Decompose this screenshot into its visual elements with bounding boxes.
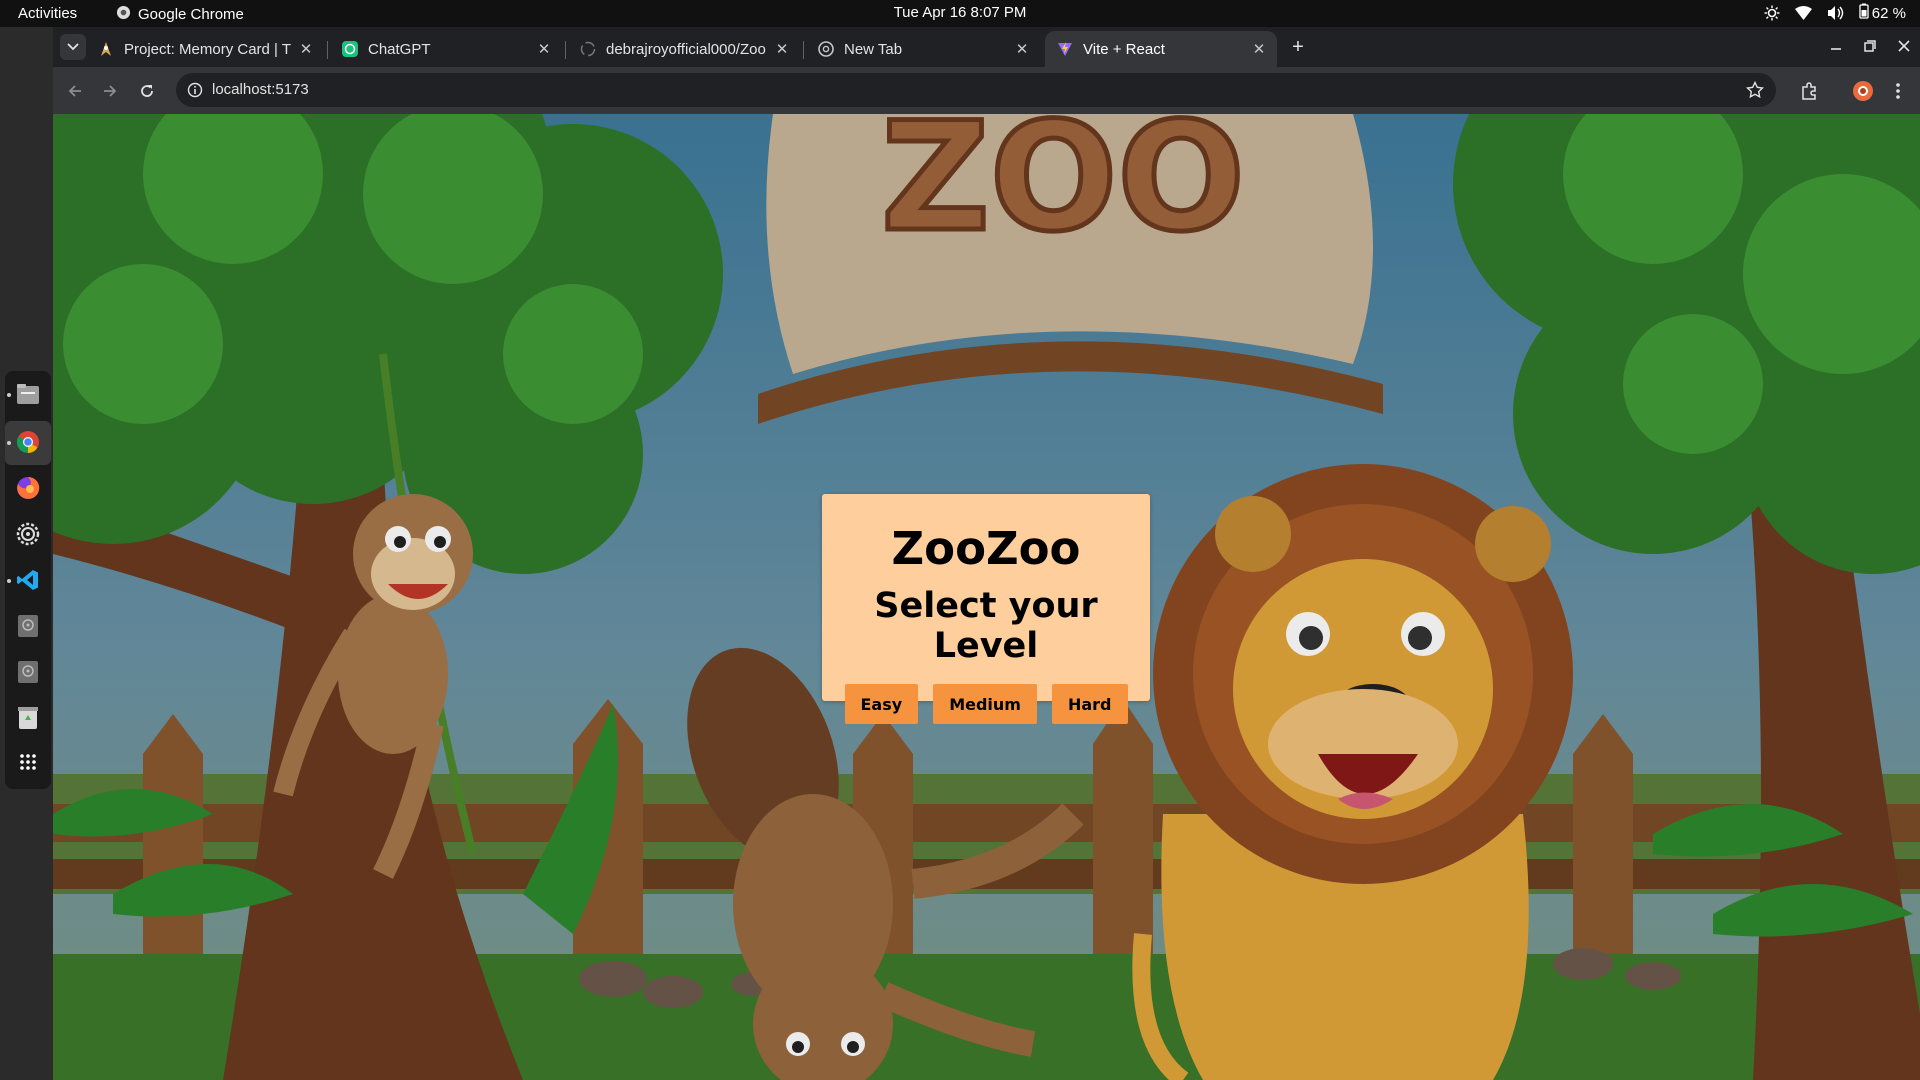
battery-indicator[interactable]: 62 % [1859,3,1906,23]
more-menu-icon[interactable] [1886,79,1910,103]
level-buttons: Easy Medium Hard [822,684,1150,724]
trash-icon[interactable] [15,705,41,731]
page-viewport: ZOO [53,114,1920,1080]
disk-icon[interactable] [15,613,41,639]
dock-panel [5,371,51,789]
easy-button[interactable]: Easy [844,684,919,724]
profile-avatar[interactable] [1851,79,1875,103]
tab-title: ChatGPT [368,40,431,58]
activities-button[interactable]: Activities [18,5,77,22]
battery-percent: 62 % [1871,4,1906,22]
system-top-bar: Activities Google Chrome Tue Apr 16 8:07… [0,0,1920,27]
volume-icon[interactable] [1827,4,1845,22]
restore-icon[interactable] [1861,37,1879,55]
tab-new-tab[interactable]: New Tab ✕ [806,31,1040,67]
close-icon[interactable]: ✕ [1249,39,1269,59]
firefox-icon[interactable] [15,475,41,501]
chrome-small-icon [116,5,131,24]
app-menu-label: Google Chrome [138,6,244,23]
tab-title: debrajroyofficial000/Zoo [606,40,766,58]
address-bar[interactable]: localhost:5173 [176,73,1776,107]
chrome-icon[interactable] [15,429,41,455]
game-title: ZooZoo [891,522,1081,575]
close-window-icon[interactable] [1895,37,1913,55]
medium-button[interactable]: Medium [933,684,1037,724]
tab-memory-card[interactable]: Project: Memory Card | T ✕ [86,31,324,67]
battery-icon [1859,3,1869,23]
tab-chatgpt[interactable]: ChatGPT ✕ [330,31,562,67]
forward-icon[interactable] [98,79,122,103]
tab-vite-react[interactable]: Vite + React ✕ [1045,31,1277,67]
level-select-modal: ZooZoo Select your Level Easy Medium Har… [822,494,1150,724]
tab-title: Vite + React [1083,40,1165,58]
app-grid-icon[interactable] [15,749,41,775]
github-icon [580,41,596,57]
bookmark-star-icon[interactable] [1745,80,1765,104]
minimize-icon[interactable] [1827,37,1845,55]
disk-icon[interactable] [15,659,41,685]
site-info-icon[interactable] [186,81,204,99]
reload-icon[interactable] [135,79,159,103]
brightness-icon[interactable] [1763,4,1781,22]
close-icon[interactable]: ✕ [534,39,554,59]
chrome-icon [818,41,834,57]
new-tab-button[interactable]: + [1288,36,1308,58]
vscode-icon[interactable] [15,567,41,593]
close-icon[interactable]: ✕ [1012,39,1032,59]
vite-icon [1057,41,1073,57]
browser-toolbar: localhost:5173 [53,67,1920,114]
system-tray[interactable]: 62 % [1763,3,1906,23]
tab-github[interactable]: debrajroyofficial000/Zoo ✕ [568,31,800,67]
settings-icon[interactable] [15,521,41,547]
tab-strip: Project: Memory Card | T ✕ ChatGPT ✕ deb… [53,27,1920,67]
close-icon[interactable]: ✕ [296,39,316,59]
chatgpt-icon [342,41,358,57]
browser-window: Project: Memory Card | T ✕ ChatGPT ✕ deb… [53,27,1920,114]
back-icon[interactable] [63,79,87,103]
url-text: localhost:5173 [212,81,309,98]
app-menu[interactable]: Google Chrome [116,5,244,24]
level-heading: Select your Level [874,586,1098,666]
tab-title: Project: Memory Card | T [124,40,291,58]
tab-search-button[interactable] [60,34,86,60]
odin-icon [98,41,114,57]
hard-button[interactable]: Hard [1051,684,1128,724]
dock [0,27,53,1080]
extensions-icon[interactable] [1797,79,1821,103]
files-icon[interactable] [15,381,41,407]
tab-title: New Tab [844,40,903,58]
wifi-icon[interactable] [1795,4,1813,22]
clock[interactable]: Tue Apr 16 8:07 PM [894,4,1027,21]
close-icon[interactable]: ✕ [772,39,792,59]
